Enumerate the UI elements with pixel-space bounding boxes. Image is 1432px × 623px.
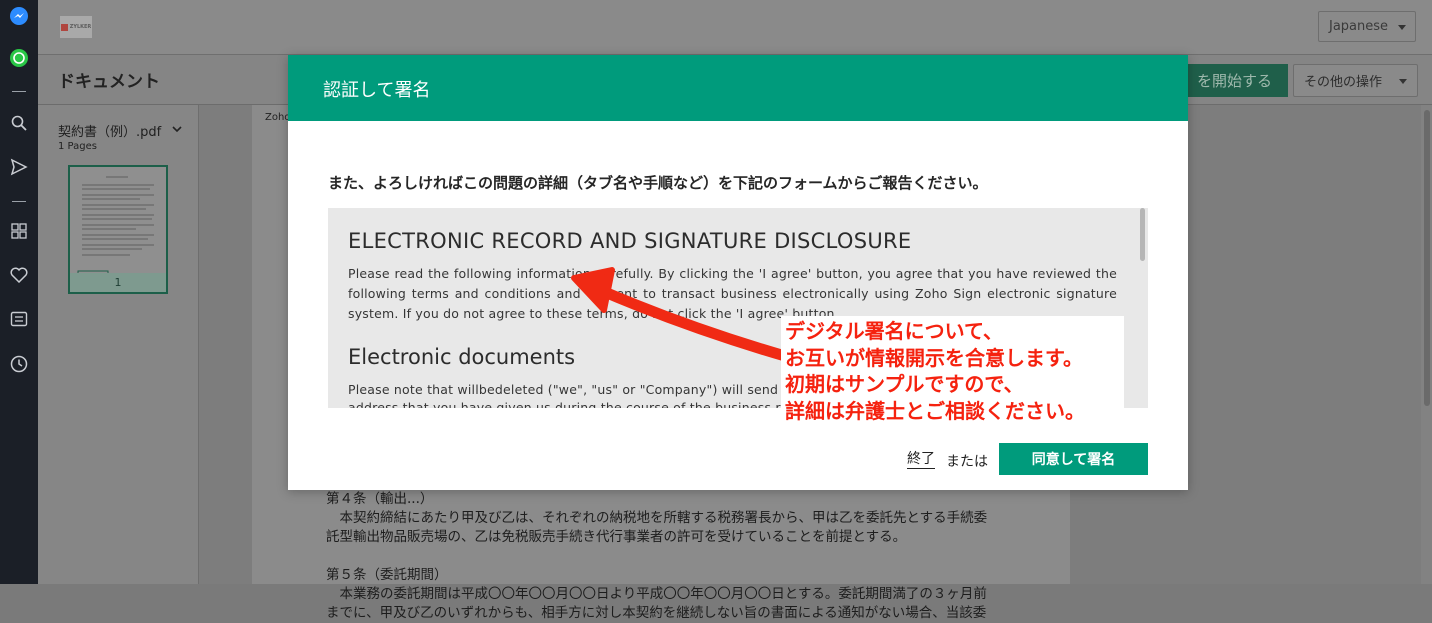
chevron-down-icon (1399, 79, 1407, 84)
annotation-line: 初期はサンプルですので、 (785, 372, 1024, 396)
app-dock (0, 0, 38, 584)
messenger-icon[interactable] (7, 4, 31, 28)
apps-icon[interactable] (7, 219, 31, 243)
chevron-down-icon[interactable] (172, 123, 182, 136)
disclosure-subtitle: Electronic documents (348, 345, 576, 369)
more-actions-label: その他の操作 (1304, 75, 1383, 90)
document-body-text: 第４条（輸出...） 本契約締結にあたり甲及び乙は、それぞれの納税地を所轄する税… (326, 490, 1026, 623)
language-select[interactable]: Japanese (1318, 11, 1416, 42)
send-icon[interactable] (7, 155, 31, 179)
more-actions-dropdown[interactable]: その他の操作 (1293, 64, 1418, 97)
documents-heading: ドキュメント (58, 72, 160, 92)
dialog-title: 認証して署名 (323, 80, 431, 101)
annotation-arrow-icon (571, 267, 790, 362)
annotation-line: 詳細は弁護士とご相談ください。 (785, 398, 1085, 423)
dock-divider (12, 201, 26, 202)
viewer-scroll-thumb[interactable] (1424, 110, 1430, 406)
thumbnail-page-number: 1 (114, 276, 122, 289)
body-line: 第５条（委託期間） (326, 567, 448, 583)
body-line: 本契約締結にあたり甲及び乙は、それぞれの納税地を所轄する税務署長から、甲は乙を委… (326, 510, 988, 526)
annotation-line: お互いが情報開示を合意します。 (785, 345, 1083, 370)
logo-text: ZYLKER (69, 24, 92, 30)
dialog-lead-text: また、よろしければこの問題の詳細（タブ名や手順など）を下記のフォームからご報告く… (328, 174, 988, 192)
annotation-line: デジタル署名について、 (785, 319, 1003, 343)
disclosure-scroll-thumb[interactable] (1140, 208, 1145, 261)
dock-divider (12, 91, 26, 92)
disclosure-title: ELECTRONIC RECORD AND SIGNATURE DISCLOSU… (348, 229, 912, 253)
top-bar (38, 0, 1432, 55)
body-line (326, 547, 1026, 566)
page-count: 1 Pages (58, 141, 97, 152)
body-line: 託型輸出物品販売場の、乙は免税販売手続き代行事業者の許可を受けていることを前提と… (326, 529, 907, 545)
annotation-text: デジタル署名について、 お互いが情報開示を合意します。 初期はサンプルですので、… (785, 318, 1085, 424)
chevron-down-icon (1398, 25, 1406, 30)
disclosure-paragraph-2-next-line: address that you have given us during th… (348, 400, 852, 408)
logo-mark-icon (60, 23, 68, 31)
notes-icon[interactable] (7, 307, 31, 331)
whatsapp-icon[interactable] (7, 46, 31, 70)
search-icon[interactable] (7, 111, 31, 135)
or-text: または (946, 454, 988, 470)
body-line: までに、甲及び乙のいずれからも、相手方に対し本契約を継続しない旨の書面による通知… (326, 605, 987, 621)
heart-icon[interactable] (7, 263, 31, 287)
company-logo: ZYLKER (60, 16, 92, 38)
finish-link[interactable]: 終了 (907, 451, 935, 469)
page-corner-text: Zoho (265, 112, 291, 123)
body-line: 本業務の委託期間は平成〇〇年〇〇月〇〇日より平成〇〇年〇〇月〇〇日とする。委託期… (326, 586, 987, 602)
file-name[interactable]: 契約書（例）.pdf (58, 121, 161, 140)
language-value: Japanese (1329, 19, 1389, 34)
agree-and-sign-button[interactable]: 同意して署名 (999, 443, 1148, 475)
clock-icon[interactable] (7, 352, 31, 376)
body-line: 第４条（輸出...） (326, 491, 434, 507)
